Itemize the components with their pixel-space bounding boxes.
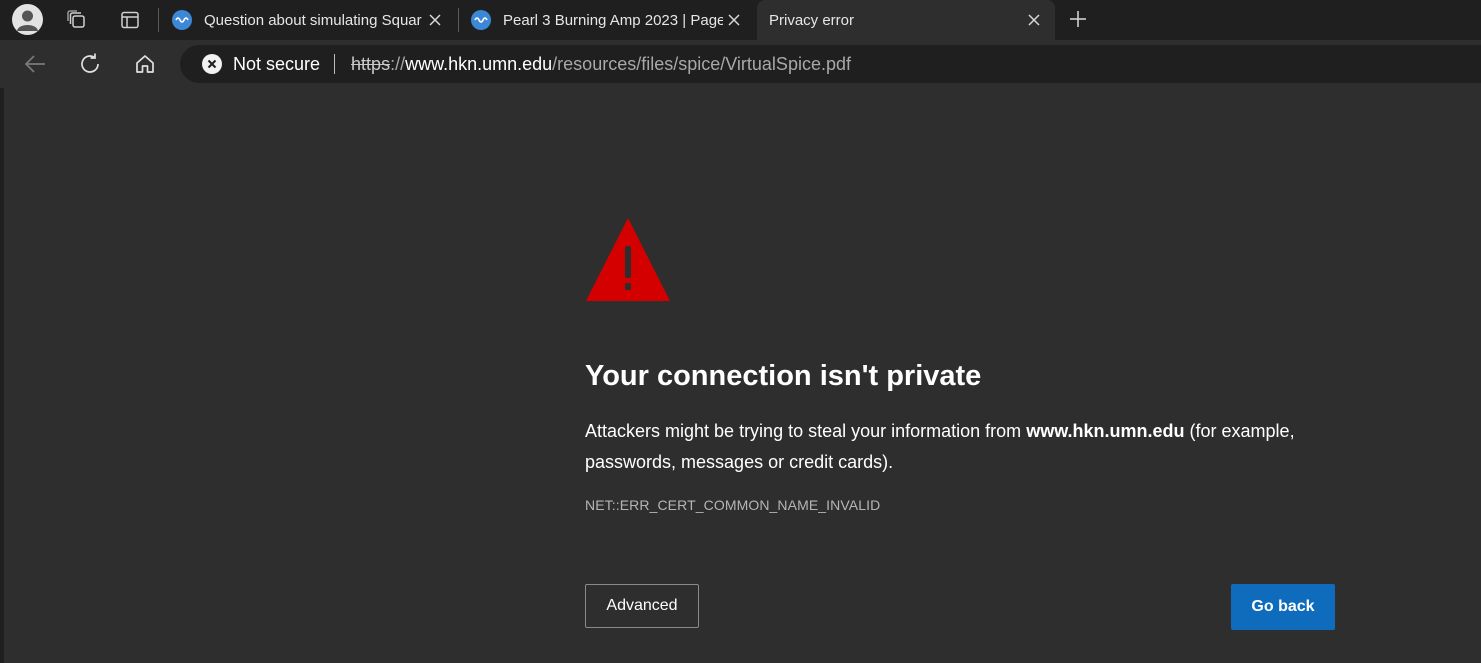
home-icon[interactable] <box>131 50 159 78</box>
not-secure-icon[interactable] <box>202 54 222 74</box>
url-text[interactable]: https://www.hkn.umn.edu/resources/files/… <box>351 54 851 75</box>
wave-icon <box>172 10 192 30</box>
url-separator: :// <box>390 53 406 74</box>
tab-title: Question about simulating Squar <box>204 11 422 29</box>
message-text: Attackers might be trying to steal your … <box>585 421 1027 441</box>
page-title: Your connection isn't private <box>585 360 982 392</box>
refresh-icon[interactable] <box>76 50 104 78</box>
url-host: www.hkn.umn.edu <box>405 53 553 74</box>
tab-title: Privacy error <box>769 11 855 29</box>
go-back-button[interactable]: Go back <box>1231 584 1335 630</box>
error-description: Attackers might be trying to steal your … <box>585 416 1305 478</box>
url-scheme: https <box>351 53 391 74</box>
advanced-button[interactable]: Advanced <box>585 584 699 628</box>
tab-pearl-burning-amp[interactable]: Pearl 3 Burning Amp 2023 | Page <box>459 0 755 40</box>
tab-strip: Question about simulating Squar Pearl 3 … <box>0 0 1481 40</box>
tab-privacy-error[interactable]: Privacy error <box>757 0 1055 40</box>
vertical-tabs-icon[interactable] <box>116 6 144 34</box>
message-host: www.hkn.umn.edu <box>1026 421 1185 441</box>
tab-separator <box>158 8 159 32</box>
workspaces-icon[interactable] <box>63 6 91 34</box>
wave-icon <box>471 10 491 30</box>
tab-title: Pearl 3 Burning Amp 2023 | Page <box>503 11 723 29</box>
url-path: /resources/files/spice/VirtualSpice.pdf <box>552 53 851 74</box>
warning-triangle-icon <box>585 216 671 307</box>
error-code[interactable]: NET::ERR_CERT_COMMON_NAME_INVALID <box>585 497 880 513</box>
error-page: Your connection isn't private Attackers … <box>4 88 1481 663</box>
close-icon[interactable] <box>725 11 743 29</box>
tab-question-squar[interactable]: Question about simulating Squar <box>160 0 456 40</box>
security-status-label[interactable]: Not secure <box>233 54 320 75</box>
close-icon[interactable] <box>1025 11 1043 29</box>
back-arrow-icon[interactable] <box>21 50 49 78</box>
address-bar[interactable]: Not secure https://www.hkn.umn.edu/resou… <box>180 45 1481 83</box>
address-divider <box>334 54 336 74</box>
new-tab-icon[interactable] <box>1066 7 1090 31</box>
toolbar: Not secure https://www.hkn.umn.edu/resou… <box>0 40 1481 88</box>
profile-avatar-icon[interactable] <box>12 4 43 35</box>
close-icon[interactable] <box>426 11 444 29</box>
